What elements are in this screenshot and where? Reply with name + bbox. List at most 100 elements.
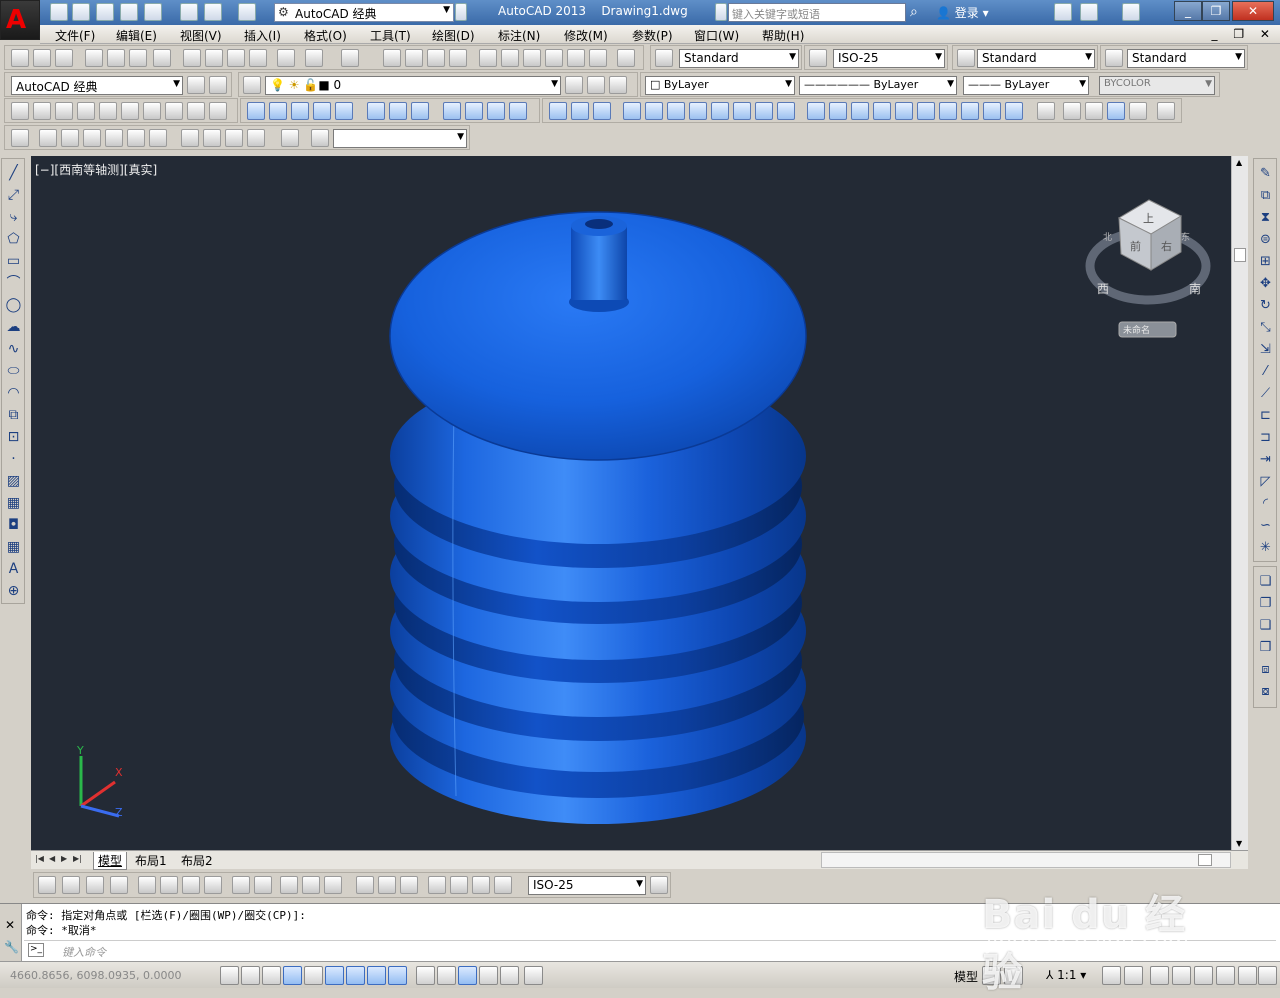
- conceptual-style-icon[interactable]: [1129, 102, 1147, 120]
- chamfer-icon[interactable]: ◸: [1257, 473, 1274, 490]
- dim-break-icon[interactable]: [324, 876, 342, 894]
- exchange-icon[interactable]: [1054, 3, 1072, 21]
- text-to-front-icon[interactable]: ⧈: [1257, 661, 1274, 678]
- quick-view-layouts-icon[interactable]: [982, 966, 1001, 985]
- delete-faces-icon[interactable]: [689, 102, 707, 120]
- menu-tools[interactable]: 工具(T): [370, 27, 411, 44]
- clean-screen-icon[interactable]: [1258, 966, 1277, 985]
- block-editor-icon[interactable]: [277, 49, 295, 67]
- isolate-objects-icon[interactable]: [1216, 966, 1235, 985]
- continue-dim-icon[interactable]: [280, 876, 298, 894]
- box-icon[interactable]: [33, 102, 51, 120]
- view-manager-icon[interactable]: [311, 129, 329, 147]
- top-view-icon[interactable]: [39, 129, 57, 147]
- send-under-icon[interactable]: ❒: [1257, 639, 1274, 656]
- 3d-rotate-icon[interactable]: [465, 102, 483, 120]
- help-icon[interactable]: [617, 49, 635, 67]
- zoom-previous-icon[interactable]: [449, 49, 467, 67]
- workspace-lock-icon[interactable]: [209, 76, 227, 94]
- plotstyle-dropdown[interactable]: BYCOLOR ▼: [1099, 76, 1215, 95]
- scroll-up-icon[interactable]: ▲: [1236, 158, 1242, 167]
- close-button[interactable]: ✕: [1232, 1, 1274, 21]
- grid-display-icon[interactable]: [262, 966, 281, 985]
- restore-button[interactable]: ❐: [1202, 1, 1230, 21]
- move-icon[interactable]: ✥: [1257, 275, 1274, 292]
- blend-curves-icon[interactable]: ∽: [1257, 517, 1274, 534]
- sw-isometric-icon[interactable]: [181, 129, 199, 147]
- polygon-icon[interactable]: ⬠: [5, 231, 22, 248]
- redo-icon[interactable]: [238, 3, 256, 21]
- layer-previous-icon[interactable]: [587, 76, 605, 94]
- menu-parametric[interactable]: 参数(P): [632, 27, 673, 44]
- intersect-icon[interactable]: [593, 102, 611, 120]
- viewcube[interactable]: 上 前 右 西 南 东 北 未命名: [1085, 199, 1211, 338]
- object-snap-icon[interactable]: [325, 966, 344, 985]
- region-icon[interactable]: ◘: [5, 517, 22, 534]
- redo-icon[interactable]: [341, 49, 359, 67]
- visual-styles-icon[interactable]: [1037, 102, 1055, 120]
- auto-scale-icon[interactable]: [1124, 966, 1143, 985]
- 3d-array-icon[interactable]: [509, 102, 527, 120]
- table-style-dropdown[interactable]: Standard ▼: [977, 49, 1095, 68]
- zoom-window-icon[interactable]: [427, 49, 445, 67]
- diameter-dim-icon[interactable]: [182, 876, 200, 894]
- publish-icon[interactable]: [144, 3, 162, 21]
- prev-tab-icon[interactable]: ◀: [49, 854, 55, 863]
- autodesk-360-icon[interactable]: [1080, 3, 1098, 21]
- workspace-dropdown[interactable]: ⚙ AutoCAD 经典 ▼: [274, 3, 454, 22]
- torus-icon[interactable]: [143, 102, 161, 120]
- workspace-dropdown[interactable]: AutoCAD 经典 ▼: [11, 76, 183, 95]
- cut-icon[interactable]: [183, 49, 201, 67]
- match-properties-icon[interactable]: [249, 49, 267, 67]
- sweep-icon[interactable]: [291, 102, 309, 120]
- helix-icon[interactable]: [187, 102, 205, 120]
- menu-draw[interactable]: 绘图(D): [432, 27, 475, 44]
- close-icon[interactable]: ✕: [5, 918, 15, 932]
- hscroll-thumb[interactable]: [1198, 854, 1212, 866]
- layer-dropdown[interactable]: 💡 ☀ 🔓■ 0 ▼: [265, 76, 561, 95]
- union-icon[interactable]: [549, 102, 567, 120]
- multileader-style-icon[interactable]: [1105, 49, 1123, 67]
- menu-edit[interactable]: 编辑(E): [116, 27, 157, 44]
- print-preview-icon[interactable]: [107, 49, 125, 67]
- lineweight-dropdown[interactable]: ——— ByLayer ▼: [963, 76, 1089, 95]
- intersect-icon[interactable]: [411, 102, 429, 120]
- ortho-mode-icon[interactable]: [283, 966, 302, 985]
- quick-dim-icon[interactable]: [232, 876, 250, 894]
- linetype-dropdown[interactable]: —————— ByLayer ▼: [799, 76, 957, 95]
- compass-east-label[interactable]: 东: [1181, 231, 1190, 243]
- next-tab-icon[interactable]: ▶: [61, 854, 67, 863]
- extrude-icon[interactable]: [247, 102, 265, 120]
- rotate-faces-icon[interactable]: [711, 102, 729, 120]
- binoculars-search-icon[interactable]: ⌕: [910, 4, 928, 22]
- flatshot-icon[interactable]: [1005, 102, 1023, 120]
- separate-icon[interactable]: [895, 102, 913, 120]
- help-icon[interactable]: [1122, 3, 1140, 21]
- line-icon[interactable]: ╱: [5, 165, 22, 182]
- section-plane-icon[interactable]: [983, 102, 1001, 120]
- tolerance-icon[interactable]: [356, 876, 374, 894]
- document-window-controls[interactable]: _ ❐ ✕: [1212, 27, 1276, 41]
- loft-icon[interactable]: [335, 102, 353, 120]
- slice-icon[interactable]: [961, 102, 979, 120]
- layer-states-icon[interactable]: [609, 76, 627, 94]
- check-icon[interactable]: [939, 102, 957, 120]
- jogged-linear-icon[interactable]: [428, 876, 446, 894]
- undo-icon[interactable]: [204, 3, 222, 21]
- menu-insert[interactable]: 插入(I): [244, 27, 281, 44]
- text-style-icon[interactable]: [655, 49, 673, 67]
- dim-space-icon[interactable]: [302, 876, 320, 894]
- undo-icon[interactable]: [305, 49, 323, 67]
- workspace-switching-icon[interactable]: [1150, 966, 1169, 985]
- wrench-icon[interactable]: 🔧: [4, 940, 19, 954]
- selection-cycling-icon[interactable]: [500, 966, 519, 985]
- join-icon[interactable]: ⇥: [1257, 451, 1274, 468]
- ellipse-arc-icon[interactable]: ◠: [5, 385, 22, 402]
- copy-object-icon[interactable]: ⧉: [1257, 187, 1274, 204]
- array-icon[interactable]: ⊞: [1257, 253, 1274, 270]
- 3d-print-icon[interactable]: [153, 49, 171, 67]
- lineweight-toggle-icon[interactable]: [437, 966, 456, 985]
- pyramid-icon[interactable]: [165, 102, 183, 120]
- quickcalc-icon[interactable]: [589, 49, 607, 67]
- cylinder-icon[interactable]: [121, 102, 139, 120]
